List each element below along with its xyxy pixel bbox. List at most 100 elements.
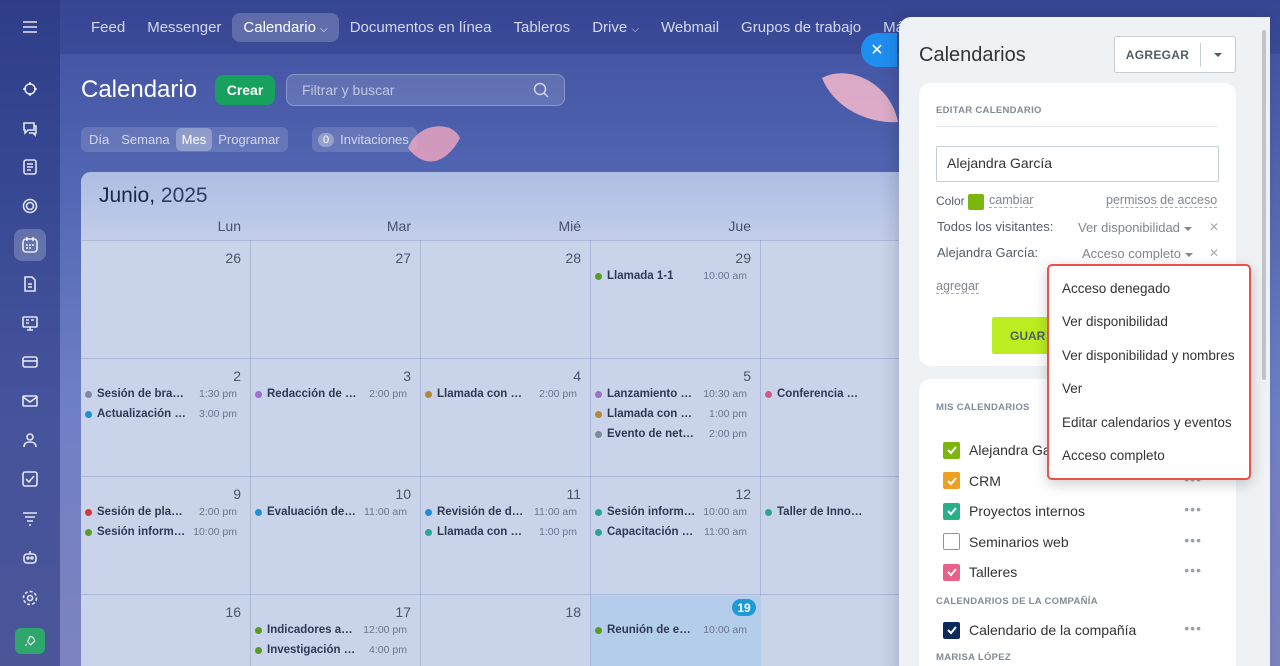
calendar-checkbox[interactable] [943,563,960,581]
calendar-event[interactable]: Revisión de docu... 11:00 am [425,504,585,520]
checklist-icon[interactable] [14,463,46,495]
scrollbar[interactable] [1262,30,1266,380]
calendar-checkbox[interactable] [943,502,960,520]
remove-icon[interactable]: ✕ [1209,220,1219,234]
calendar-list-item[interactable]: Talleres [943,563,1017,581]
calendar-event[interactable]: Lanzamiento de ... 10:30 am [595,386,755,402]
nav-feed[interactable]: Feed [80,13,136,42]
option-access-denied[interactable]: Acceso denegado [1062,281,1170,296]
calendar-list-item[interactable]: Proyectos internos [943,502,1085,520]
calendar-icon[interactable] [14,229,46,261]
calendar-event[interactable]: Llamada con clien... 1:00 pm [595,406,755,422]
option-view-availability[interactable]: Ver disponibilidad [1062,314,1168,329]
calendar-name-field[interactable]: Alejandra García [936,146,1219,182]
drive-icon[interactable] [14,346,46,378]
calendar-list-item[interactable]: Alejandra Ga [943,441,1051,459]
access-level-dropdown: Acceso denegado Ver disponibilidad Ver d… [1047,264,1251,480]
access-level-select[interactable]: Acceso completo [1082,246,1193,261]
calendar-checkbox[interactable] [943,472,960,489]
menu-icon[interactable] [14,11,46,43]
calendar-event[interactable]: Conferencia de v...10:0 [765,386,921,402]
calendar-list-item[interactable]: Calendario de la compañía [943,621,1136,639]
robot-icon[interactable] [14,541,46,573]
calendar-event[interactable]: Capacitación en l... 11:00 am [595,524,755,540]
more-options-icon[interactable]: ••• [1184,501,1202,517]
more-options-icon[interactable]: ••• [1184,562,1202,578]
calendar-event[interactable]: Sesión de planific... 2:00 pm [85,504,245,520]
tab-day[interactable]: Día [83,128,115,151]
nav-webmail[interactable]: Webmail [650,13,730,42]
more-options-icon[interactable]: ••• [1184,532,1202,548]
option-view[interactable]: Ver [1062,381,1082,396]
nav-calendar[interactable]: Calendario ⌵ [232,12,339,42]
weekday-label: Jue [728,218,751,234]
nav-drive[interactable]: Drive ⌵ [581,13,650,42]
calendar-list-item[interactable]: CRM [943,472,1001,490]
workgroups-icon[interactable] [14,424,46,456]
chat-icon[interactable] [14,112,46,144]
filter-icon[interactable] [14,502,46,534]
option-view-availability-names[interactable]: Ver disponibilidad y nombres [1062,348,1235,363]
option-full-access[interactable]: Acceso completo [1062,448,1165,463]
boards-icon[interactable] [14,307,46,339]
nav-online-documents[interactable]: Documentos en línea [339,13,503,42]
calendar-event[interactable]: Actualización de ... 3:00 pm [85,406,245,422]
change-color-link[interactable]: cambiar [989,193,1034,208]
invitations-label: Invitaciones [340,132,409,147]
calendar-event[interactable]: Llamada con clie... 2:00 pm [425,386,585,402]
add-dropdown-toggle[interactable] [1201,52,1235,57]
calendar-event[interactable]: Investigación de ... 4:00 pm [255,642,415,658]
crm-icon[interactable] [14,190,46,222]
documents-icon[interactable] [14,268,46,300]
add-access-link[interactable]: agregar [936,279,980,294]
month-calendar: Junio, 2025 Lun Mar Mié Jue 26 27 28 29 … [81,172,921,666]
search-input[interactable]: Filtrar y buscar [286,74,565,106]
calendar-event[interactable]: Llamada 1-1 10:00 am [595,268,755,284]
search-icon[interactable] [533,82,550,99]
tab-month[interactable]: Mes [175,128,213,151]
access-permissions-link[interactable]: permisos de acceso [1106,193,1218,208]
calendar-name: Calendario de la compañía [969,622,1137,638]
petal-decoration [822,73,898,123]
nav-drive-label: Drive [592,18,628,36]
rocket-icon[interactable] [15,628,45,654]
nav-messenger[interactable]: Messenger [136,13,232,42]
color-swatch[interactable] [968,194,984,210]
chevron-down-icon: ⌵ [631,23,639,35]
activity-stream-icon[interactable] [14,73,46,105]
tab-schedule[interactable]: Programar [212,128,285,151]
nav-boards[interactable]: Tableros [502,13,581,42]
calendar-checkbox[interactable] [943,533,960,550]
calendar-event[interactable]: Llamada con clien... 1:00 pm [425,524,585,540]
access-level-value: Ver disponibilidad [1078,220,1180,235]
panel-title: Calendarios [919,44,1026,66]
calendar-event[interactable]: Sesión de brainst... 1:30 pm [85,386,245,402]
check-icon [946,568,957,577]
event-color-dot [255,508,262,516]
grid-line [81,476,921,477]
more-options-icon[interactable]: ••• [1184,620,1202,636]
calendar-event[interactable]: Reunión de eval... 10:00 am [595,622,755,638]
calendar-event[interactable]: Taller de Innova...12:0 [765,504,921,520]
calendar-checkbox[interactable] [943,441,960,459]
mail-icon[interactable] [14,385,46,417]
event-title: Evento de networ... [607,428,697,440]
calendar-event[interactable]: Indicadores anal... 12:00 pm [255,622,415,638]
calendar-event[interactable]: Evento de networ... 2:00 pm [595,426,755,442]
nav-workgroups[interactable]: Grupos de trabajo [730,13,872,42]
option-edit-calendars-events[interactable]: Editar calendarios y eventos [1062,415,1232,430]
calendar-event[interactable]: Sesión informati... 10:00 pm [85,524,245,540]
calendar-checkbox[interactable] [943,621,960,639]
calendar-event[interactable]: Evaluación de de... 11:00 am [255,504,415,520]
tab-week[interactable]: Semana [115,128,175,151]
access-level-select[interactable]: Ver disponibilidad [1078,220,1192,235]
settings-icon[interactable] [14,582,46,614]
calendar-event[interactable]: Sesión informati... 10:00 am [595,504,755,520]
create-button[interactable]: Crear [215,75,275,105]
close-panel-button[interactable]: ✕ [861,33,897,67]
tasks-icon[interactable] [14,151,46,183]
remove-icon[interactable]: ✕ [1209,246,1219,260]
add-button[interactable]: AGREGAR [1114,36,1236,73]
calendar-list-item[interactable]: Seminarios web [943,533,1069,551]
calendar-event[interactable]: Redacción de inf... 2:00 pm [255,386,415,402]
